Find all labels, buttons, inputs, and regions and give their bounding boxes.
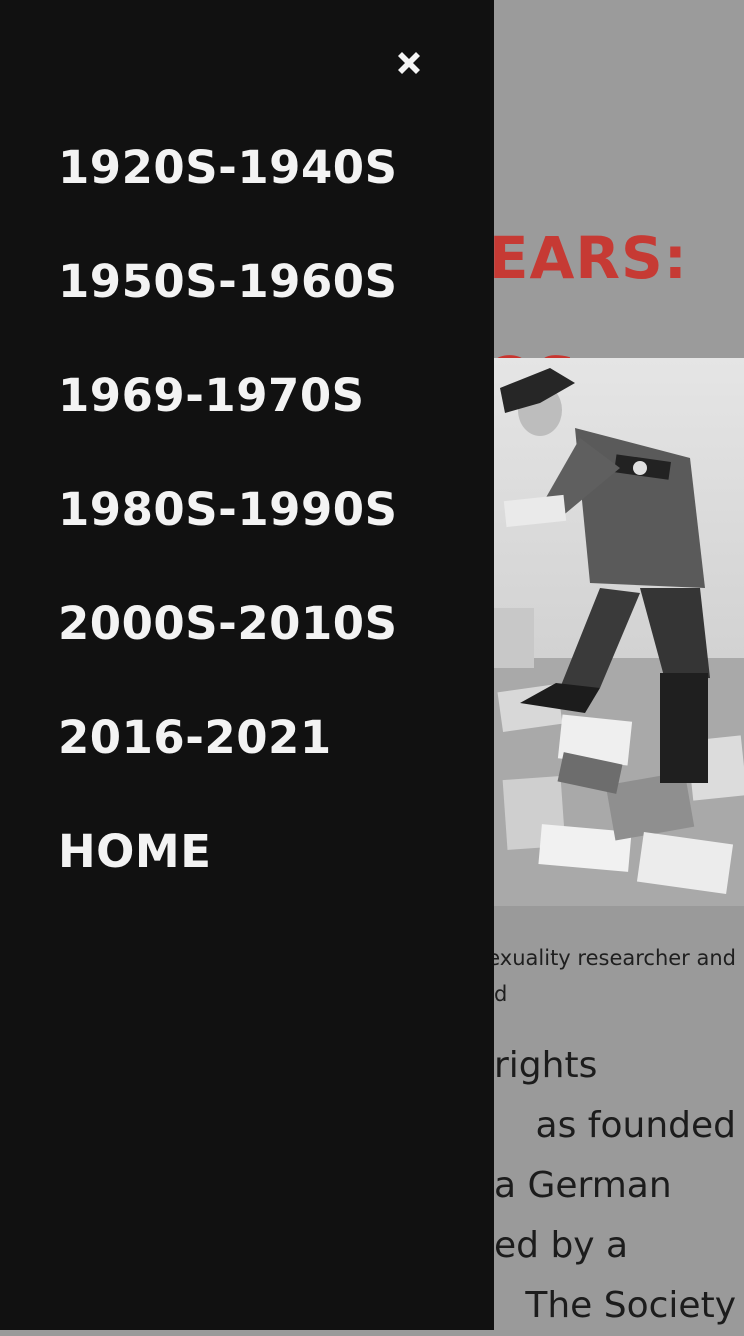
menu-link-1920s-1940s[interactable]: 1920S-1940S: [58, 138, 397, 198]
menu-link-home[interactable]: HOME: [58, 822, 397, 882]
menu-link-2016-2021[interactable]: 2016-2021: [58, 708, 397, 768]
menu-item-1950s-1960s: 1950S-1960S: [58, 252, 397, 366]
menu-link-2000s-2010s[interactable]: 2000S-2010S: [58, 594, 397, 654]
menu-link-1980s-1990s[interactable]: 1980S-1990S: [58, 480, 397, 540]
close-x-icon: [398, 52, 420, 74]
caption-line-2: d: [494, 982, 508, 1006]
menu-item-1980s-1990s: 1980S-1990S: [58, 480, 397, 594]
menu-link-1950s-1960s[interactable]: 1950S-1960S: [58, 252, 397, 312]
side-menu-drawer: 1920S-1940S 1950S-1960S 1969-1970S 1980S…: [0, 0, 494, 1330]
menu-link-1969-1970s[interactable]: 1969-1970S: [58, 366, 397, 426]
menu-item-1920s-1940s: 1920S-1940S: [58, 138, 397, 252]
body-line-1: rights: [494, 1045, 598, 1086]
body-line-3: a German: [494, 1165, 672, 1206]
menu-list: 1920S-1940S 1950S-1960S 1969-1970S 1980S…: [58, 138, 397, 936]
menu-item-2000s-2010s: 2000S-2010S: [58, 594, 397, 708]
body-line-4: ed by a: [494, 1225, 629, 1266]
menu-item-2016-2021: 2016-2021: [58, 708, 397, 822]
menu-item-1969-1970s: 1969-1970S: [58, 366, 397, 480]
menu-item-home: HOME: [58, 822, 397, 936]
close-menu-button[interactable]: [390, 44, 428, 82]
